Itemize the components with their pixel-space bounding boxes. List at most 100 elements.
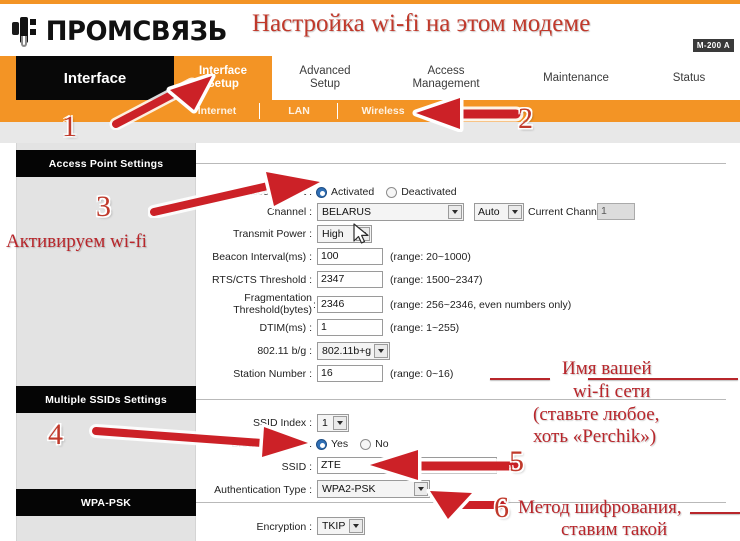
tab-interface-setup-line1: Interface	[199, 65, 247, 77]
label-dtim: DTIM(ms) :	[259, 322, 313, 334]
channel-mode-value: Auto	[478, 206, 500, 218]
tab-interface-setup-line2: Setup	[207, 78, 239, 90]
radio-broadcast-no[interactable]: No	[360, 438, 389, 450]
annotation-rule-c	[690, 512, 740, 514]
annotation-rule-b	[490, 378, 550, 380]
channel-select-value: BELARUS	[322, 206, 372, 218]
annotation-text-6-line2: ставим такой	[561, 519, 668, 540]
tab-access-management[interactable]: Access Management	[378, 56, 514, 100]
hint-dtim: (range: 1~255)	[390, 322, 460, 334]
mode-80211-value: 802.11b+g	[322, 345, 372, 357]
chevron-down-icon[interactable]	[333, 416, 347, 430]
chevron-down-icon[interactable]	[356, 227, 370, 241]
label-fragmentation-line1: Fragmentation	[244, 292, 312, 304]
transmit-power-value: High	[322, 228, 344, 240]
subtab-lan[interactable]: LAN	[260, 100, 338, 122]
chevron-down-icon[interactable]	[349, 519, 363, 533]
authentication-type-select[interactable]: WPA2-PSK	[317, 480, 430, 498]
hint-fragmentation-threshold: (range: 256~2346, even numbers only)	[390, 299, 572, 311]
mode-80211-select[interactable]: 802.11b+g	[317, 342, 390, 360]
label-transmit-power: Transmit Power :	[233, 228, 312, 240]
tab-status[interactable]: Status	[638, 56, 740, 100]
encryption-select[interactable]: TKIP	[317, 517, 365, 535]
hint-rts-cts-threshold: (range: 1500~2347)	[390, 274, 483, 286]
ssid-index-value: 1	[322, 417, 328, 429]
chevron-down-icon[interactable]	[448, 205, 462, 219]
label-station-number: Station Number :	[233, 368, 312, 380]
page-title: Настройка wi-fi на этом модеме	[252, 10, 591, 37]
authentication-type-value: WPA2-PSK	[322, 483, 376, 495]
fragmentation-colon: :	[313, 299, 316, 311]
station-number-input[interactable]: 16	[317, 365, 383, 382]
label-access-point: Access Point :	[245, 186, 312, 198]
broadcast-ssid-radio-group[interactable]: Yes No	[316, 434, 389, 454]
tab-advanced-setup[interactable]: Advanced Setup	[272, 56, 378, 100]
annotation-text-5-line4: хоть «Perchik»)	[533, 426, 657, 447]
radio-deactivated[interactable]: Deactivated	[386, 186, 457, 198]
tab-status-label: Status	[672, 71, 706, 84]
content-top-band	[0, 122, 740, 143]
chevron-down-icon[interactable]	[414, 482, 428, 496]
section-rule-access-point	[196, 163, 726, 164]
rts-cts-threshold-input[interactable]: 2347	[317, 271, 383, 288]
label-rts-cts-threshold: RTS/CTS Threshold :	[212, 274, 312, 286]
annotation-number-5: 5	[509, 445, 524, 478]
label-fragmentation-line2: Threshold(bytes)	[233, 304, 312, 316]
annotation-text-5-line3: (ставьте любое,	[533, 404, 660, 425]
hint-beacon-interval: (range: 20~1000)	[390, 251, 471, 263]
fragmentation-threshold-input[interactable]: 2346	[317, 296, 383, 313]
subtab-wireless[interactable]: Wireless	[338, 100, 428, 122]
chevron-down-icon[interactable]	[374, 344, 388, 358]
radio-activated-label: Activated	[331, 186, 375, 198]
beacon-interval-input[interactable]: 100	[317, 248, 383, 265]
chevron-down-icon[interactable]	[508, 205, 522, 219]
radio-deactivated-dot	[386, 186, 398, 198]
subtab-wireless-label: Wireless	[361, 105, 405, 117]
hint-station-number: (range: 0~16)	[390, 368, 454, 380]
channel-select[interactable]: BELARUS	[317, 203, 464, 221]
subtab-lan-label: LAN	[288, 105, 310, 117]
access-point-radio-group[interactable]: Activated Deactivated	[316, 182, 457, 202]
channel-mode-select[interactable]: Auto	[474, 203, 524, 221]
annotation-text-5-line1: Имя вашей	[562, 358, 652, 379]
radio-deactivated-label: Deactivated	[401, 186, 457, 198]
annotation-rule-a	[588, 378, 738, 380]
radio-activated-dot	[316, 186, 327, 198]
plug-icon	[12, 16, 38, 47]
ssid-input[interactable]: ZTE	[317, 457, 497, 474]
radio-activated[interactable]: Activated	[316, 186, 374, 198]
section-access-point-settings: Access Point Settings	[16, 150, 196, 177]
section-rule-wpa-psk	[196, 502, 726, 503]
dtim-input[interactable]: 1	[317, 319, 383, 336]
subtab-internet-label: Internet	[197, 105, 237, 117]
tab-advanced-setup-line1: Advanced	[299, 65, 351, 77]
tab-maintenance[interactable]: Maintenance	[514, 56, 638, 100]
subtab-internet[interactable]: Internet	[174, 100, 260, 122]
label-channel: Channel :	[267, 206, 312, 218]
model-badge: M-200 A	[692, 39, 734, 52]
tab-maintenance-label: Maintenance	[543, 71, 609, 84]
section-multiple-ssids-settings: Multiple SSIDs Settings	[16, 386, 196, 413]
label-beacon-interval: Beacon Interval(ms) :	[212, 251, 312, 263]
main-navigation: Interface Interface Setup Advanced Setup…	[0, 56, 740, 100]
label-broadcast-ssid: Broadcast SSID :	[231, 438, 312, 450]
radio-broadcast-yes-dot	[316, 438, 327, 450]
radio-broadcast-no-label: No	[375, 438, 389, 450]
page-header: ПРОМСВЯЗЬ Настройка wi-fi на этом модеме…	[0, 4, 740, 56]
logo-wordmark: ПРОМСВЯЗЬ	[45, 15, 228, 47]
label-current-channel: Current Channel:	[528, 206, 608, 218]
ssid-index-select[interactable]: 1	[317, 414, 349, 432]
radio-broadcast-no-dot	[360, 438, 372, 450]
annotation-text-6-line1: Метод шифрования,	[518, 497, 682, 518]
radio-broadcast-yes[interactable]: Yes	[316, 438, 348, 450]
transmit-power-select[interactable]: High	[317, 225, 372, 243]
sub-navigation: Internet LAN Wireless	[0, 100, 740, 122]
nav-brand-interface: Interface	[16, 56, 174, 100]
label-80211-bg: 802.11 b/g :	[257, 345, 312, 357]
promsvyaz-logo: ПРОМСВЯЗЬ	[12, 14, 231, 48]
section-rule-multiple-ssids	[196, 399, 726, 400]
label-ssid-index: SSID Index :	[253, 417, 312, 429]
label-fragmentation-threshold: Fragmentation Threshold(bytes)	[190, 292, 312, 316]
tab-interface-setup[interactable]: Interface Setup	[174, 56, 272, 100]
section-wpa-psk: WPA-PSK	[16, 489, 196, 516]
